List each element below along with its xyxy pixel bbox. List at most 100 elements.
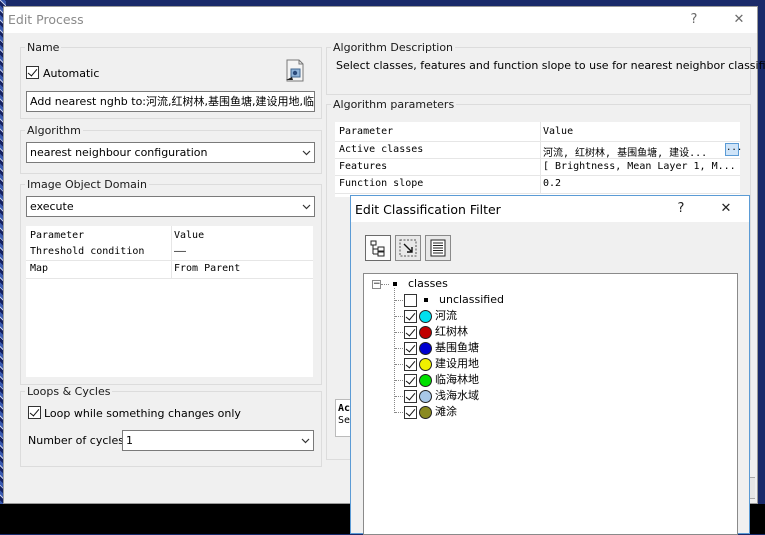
class-checkbox[interactable] [404,357,417,371]
algorithm-legend: Algorithm [27,124,81,137]
domain-select[interactable]: execute [26,196,315,217]
param-value: —— [174,246,187,257]
tree-connector [395,332,403,333]
algorithm-value: nearest neighbour configuration [30,146,208,159]
table-header-row: Parameter Value [335,124,740,140]
select-button[interactable] [395,235,421,261]
column-header-value: Value [543,126,574,137]
class-label: 滩涂 [435,405,457,418]
chevron-down-icon [302,150,311,156]
title-bar: Edit Classification Filter ? ✕ [351,196,749,222]
column-divider [171,226,172,278]
tree-connector [395,300,403,301]
class-label: 建设用地 [435,357,479,370]
help-button[interactable]: ? [683,10,705,30]
row-divider [335,193,740,194]
tree-item[interactable]: 临海林地 [404,372,479,388]
table-row[interactable]: Map From Parent [26,261,313,277]
column-header-parameter: Parameter [30,230,85,241]
checkbox-icon [28,405,41,419]
param-name: Active classes [339,144,424,155]
domain-value: execute [30,200,74,213]
help-button[interactable]: ? [670,199,692,219]
tree-connector [381,284,389,285]
class-label: 浅海水域 [435,389,479,402]
class-checkbox[interactable] [404,389,417,403]
parameters-legend: Algorithm parameters [333,98,455,111]
tree-item[interactable]: unclassified [404,292,504,308]
column-header-value: Value [174,230,205,241]
table-row[interactable]: Function slope 0.2 [335,176,740,192]
row-divider [26,278,313,279]
domain-legend: Image Object Domain [27,178,147,191]
tree-connector [395,316,403,317]
param-name: Threshold condition [30,246,145,257]
class-tree: − classes unclassified 河流 红树林 基围鱼塘 建设用地临海林地浅… [363,273,738,535]
param-value: From Parent [174,263,241,274]
loops-group: Loops & Cycles [20,385,322,467]
cycles-value: 1 [126,434,133,447]
class-checkbox[interactable] [404,325,417,339]
class-icon [424,298,428,302]
tree-item[interactable]: 建设用地 [404,356,479,372]
tree-item[interactable]: 红树林 [404,324,468,340]
cycles-select[interactable]: 1 [122,430,314,451]
param-name: Features [339,161,388,172]
table-row[interactable]: Active classes 河流, 红树林, 基围鱼塘, 建设... ... [335,142,742,159]
param-value: 河流, 红树林, 基围鱼塘, 建设... [543,148,708,159]
class-checkbox[interactable] [404,341,417,355]
class-group-icon [393,282,397,286]
param-value: 0.2 [543,178,562,189]
class-label: unclassified [439,293,504,306]
class-checkbox[interactable] [404,309,417,323]
collapse-toggle[interactable]: − [372,280,381,289]
domain-parameter-table: Parameter Value Threshold condition —— M… [26,226,313,377]
cycles-label: Number of cycles [28,434,124,447]
loop-label: Loop while something changes only [44,407,241,420]
dialog-title: Edit Process [8,12,84,27]
title-bar: Edit Process ? ✕ [4,7,757,33]
list-view-icon [430,239,446,257]
class-color-icon [419,325,432,339]
loop-checkbox[interactable] [28,405,41,419]
chevron-down-icon [302,204,311,210]
class-checkbox[interactable] [404,405,417,419]
param-name: Map [30,263,49,274]
loops-legend: Loops & Cycles [27,385,111,398]
close-button[interactable]: ✕ [715,199,737,219]
automatic-checkbox[interactable] [26,65,39,79]
process-name-input[interactable]: Add nearest nghb to:河流,红树林,基围鱼塘,建设用地,临 [26,91,315,112]
tree-connector [395,396,403,397]
tree-item[interactable]: 滩涂 [404,404,457,420]
checkbox-icon [26,65,39,79]
tree-item[interactable]: 基围鱼塘 [404,340,479,356]
name-legend: Name [27,41,60,54]
browse-button[interactable]: ... [725,143,742,156]
tree-connector [395,380,403,381]
tree-item[interactable]: 河流 [404,308,457,324]
class-color-icon [419,341,432,355]
tree-view-button[interactable] [365,235,391,261]
class-checkbox[interactable] [404,293,417,307]
edit-name-icon[interactable] [284,59,306,83]
class-color-icon [419,389,432,403]
class-checkbox[interactable] [404,373,417,387]
table-row[interactable]: Features [ Brightness, Mean Layer 1, M..… [335,159,740,175]
table-row[interactable]: Threshold condition —— [26,244,313,260]
classification-filter-dialog: Edit Classification Filter ? ✕ − classes… [350,195,750,535]
algorithm-select[interactable]: nearest neighbour configuration [26,142,315,163]
column-divider [540,122,541,193]
param-value: [ Brightness, Mean Layer 1, M... [543,161,736,172]
list-view-button[interactable] [425,235,451,261]
tree-item[interactable]: 浅海水域 [404,388,479,404]
tree-connector [395,364,403,365]
table-header-row: Parameter Value [26,228,313,244]
tree-connector [395,348,403,349]
class-color-icon [419,373,432,387]
close-button[interactable]: ✕ [728,10,750,30]
tree-root-label[interactable]: classes [408,276,448,292]
column-header-parameter: Parameter [339,126,394,137]
class-color-icon [419,357,432,371]
algorithm-parameter-table: Parameter Value Active classes 河流, 红树林, … [335,122,742,197]
algorithm-description: Select classes, features and function sl… [336,59,765,72]
